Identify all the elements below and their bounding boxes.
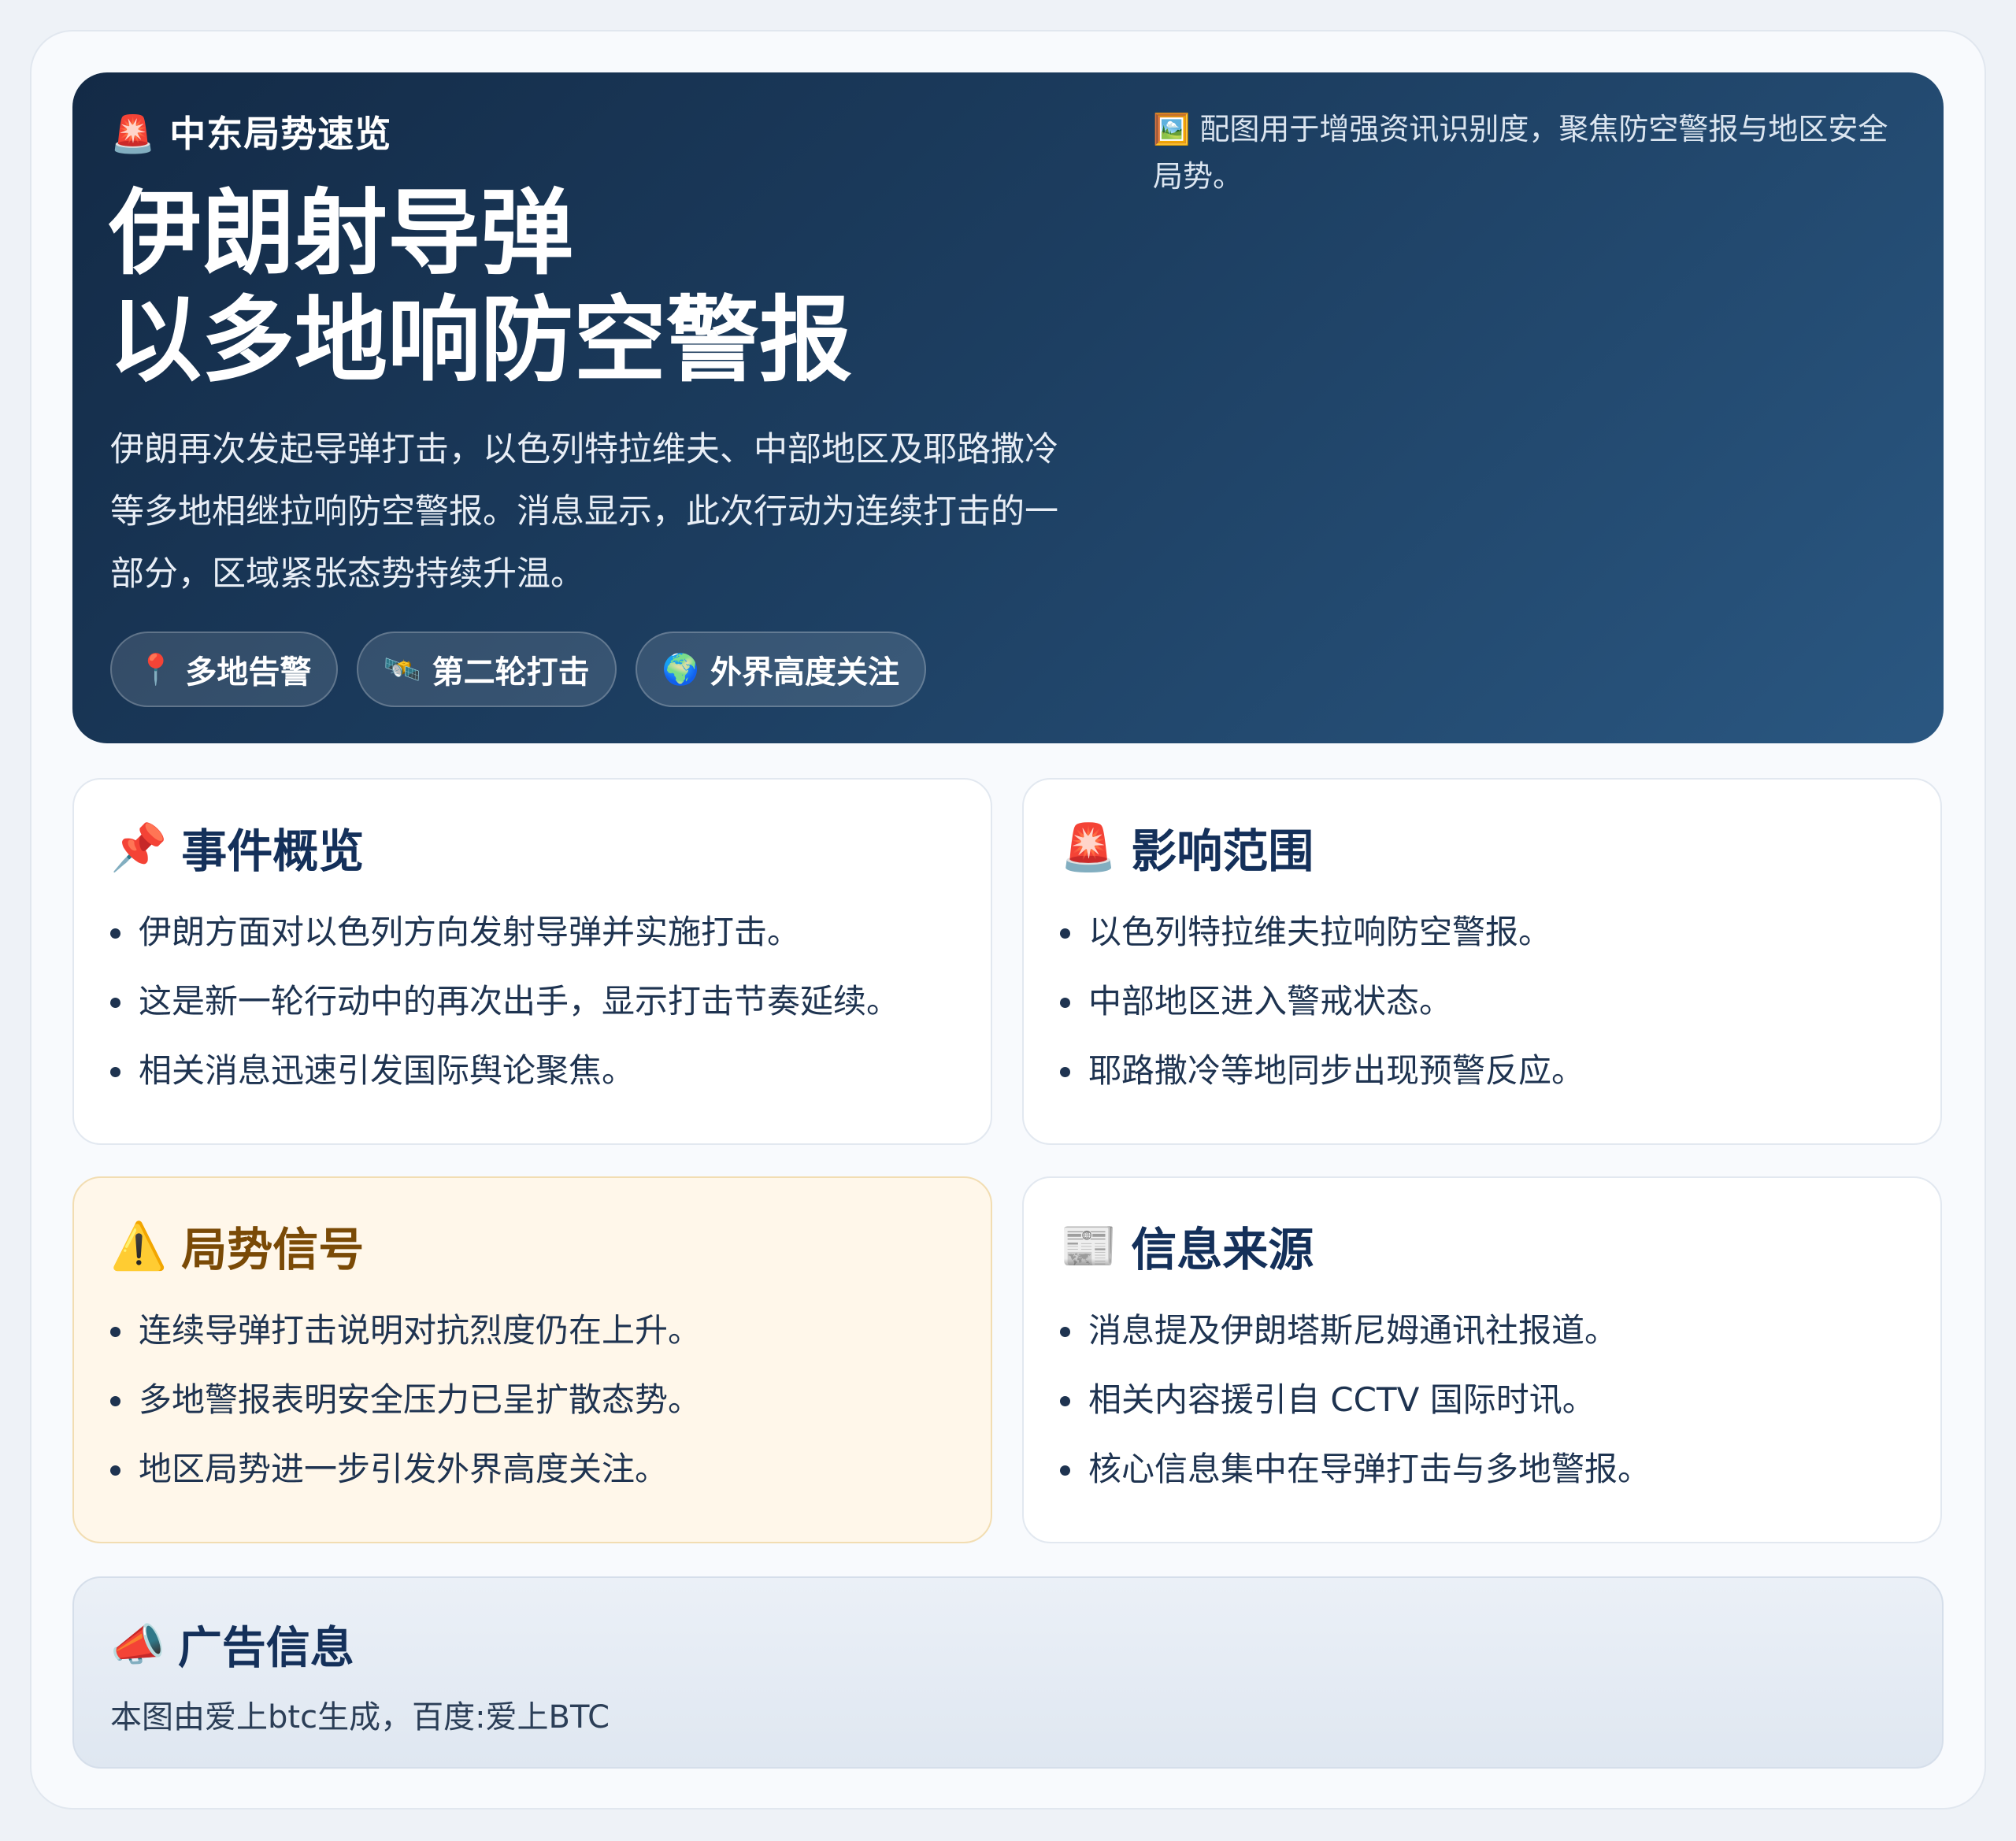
- card-list: 以色列特拉维夫拉响防空警报。 中部地区进入警戒状态。 耶路撒冷等地同步出现预警反…: [1060, 898, 1584, 1106]
- list-item: 消息提及伊朗塔斯尼姆通讯社报道。: [1060, 1296, 1651, 1365]
- chip-multi-alert: 📍 多地告警: [110, 632, 339, 707]
- chip-global-attention: 🌍 外界高度关注: [635, 632, 926, 707]
- card-title-text: 局势信号: [181, 1223, 365, 1276]
- hero-tag-label: 中东局势速览: [169, 113, 392, 155]
- card-list: 伊朗方面对以色列方向发射导弹并实施打击。 这是新一轮行动中的再次出手，显示打击节…: [110, 898, 899, 1106]
- ad-text: 本图由爱上btc生成，百度:爱上BTC: [110, 1699, 610, 1735]
- card-list: 消息提及伊朗塔斯尼姆通讯社报道。 相关内容援引自 CCTV 国际时讯。 核心信息…: [1060, 1296, 1651, 1504]
- list-item: 这是新一轮行动中的再次出手，显示打击节奏延续。: [110, 967, 899, 1036]
- card-situation-signals: ⚠️ 局势信号 连续导弹打击说明对抗烈度仍在上升。 多地警报表明安全压力已呈扩散…: [72, 1176, 992, 1543]
- list-item: 相关内容援引自 CCTV 国际时讯。: [1060, 1365, 1651, 1435]
- card-event-overview: 📌 事件概览 伊朗方面对以色列方向发射导弹并实施打击。 这是新一轮行动中的再次出…: [72, 778, 992, 1145]
- page-title-line-2: 以多地响防空警报: [109, 286, 853, 394]
- list-item: 多地警报表明安全压力已呈扩散态势。: [110, 1365, 701, 1435]
- siren-icon: 🚨: [1060, 820, 1117, 874]
- chip-label: 第二轮打击: [432, 654, 590, 691]
- card-title: 📌 事件概览: [110, 814, 364, 880]
- hero-note-text: 配图用于增强资讯识别度，聚焦防空警报与地区安全局势。: [1153, 112, 1888, 194]
- infographic-page: 🚨 中东局势速览 伊朗射导弹 以多地响防空警报 伊朗再次发起导弹打击，以色列特拉…: [30, 30, 1986, 1810]
- card-list: 连续导弹打击说明对抗烈度仍在上升。 多地警报表明安全压力已呈扩散态势。 地区局势…: [110, 1296, 701, 1504]
- card-title: ⚠️ 局势信号: [110, 1213, 364, 1279]
- list-item: 核心信息集中在导弹打击与多地警报。: [1060, 1435, 1651, 1504]
- list-item: 以色列特拉维夫拉响防空警报。: [1060, 898, 1584, 967]
- list-item: 连续导弹打击说明对抗烈度仍在上升。: [110, 1296, 701, 1365]
- list-item: 耶路撒冷等地同步出现预警反应。: [1060, 1036, 1584, 1106]
- list-item: 中部地区进入警戒状态。: [1060, 967, 1584, 1036]
- card-info-sources: 📰 信息来源 消息提及伊朗塔斯尼姆通讯社报道。 相关内容援引自 CCTV 国际时…: [1022, 1176, 1942, 1543]
- newspaper-icon: 📰: [1060, 1218, 1117, 1272]
- hero-banner: 🚨 中东局势速览 伊朗射导弹 以多地响防空警报 伊朗再次发起导弹打击，以色列特拉…: [72, 72, 1944, 743]
- list-item: 伊朗方面对以色列方向发射导弹并实施打击。: [110, 898, 899, 967]
- card-title-text: 事件概览: [181, 824, 365, 878]
- page-title-line-1: 伊朗射导弹: [109, 179, 574, 287]
- list-item: 地区局势进一步引发外界高度关注。: [110, 1435, 701, 1504]
- ad-section: 📣 广告信息 本图由爱上btc生成，百度:爱上BTC: [72, 1576, 1944, 1769]
- siren-icon: 🚨: [110, 113, 157, 155]
- megaphone-icon: 📣: [110, 1619, 165, 1671]
- globe-icon: 🌍: [662, 651, 699, 687]
- card-impact-scope: 🚨 影响范围 以色列特拉维夫拉响防空警报。 中部地区进入警戒状态。 耶路撒冷等地…: [1022, 778, 1942, 1145]
- hero-image-note: 🖼️ 配图用于增强资讯识别度，聚焦防空警报与地区安全局势。: [1153, 106, 1901, 200]
- card-title: 📰 信息来源: [1060, 1213, 1314, 1279]
- chip-label: 外界高度关注: [710, 654, 899, 691]
- pushpin-icon: 📌: [110, 820, 168, 874]
- card-title-text: 信息来源: [1131, 1223, 1314, 1276]
- picture-icon: 🖼️: [1153, 112, 1191, 146]
- chip-second-strike: 🛰️ 第二轮打击: [357, 632, 617, 707]
- chip-label: 多地告警: [185, 654, 312, 691]
- pin-icon: 📍: [137, 651, 175, 687]
- warning-icon: ⚠️: [110, 1218, 168, 1272]
- hero-chips: 📍 多地告警 🛰️ 第二轮打击 🌍 外界高度关注: [110, 632, 926, 707]
- satellite-icon: 🛰️: [384, 651, 421, 687]
- card-title: 🚨 影响范围: [1060, 814, 1314, 880]
- hero-description: 伊朗再次发起导弹打击，以色列特拉维夫、中部地区及耶路撒冷等多地相继拉响防空警报。…: [110, 430, 1058, 594]
- page-title: 伊朗射导弹 以多地响防空警报: [109, 180, 852, 394]
- card-title-text: 影响范围: [1131, 824, 1314, 878]
- ad-title-text: 广告信息: [177, 1623, 354, 1674]
- hero-tag: 🚨 中东局势速览: [110, 106, 391, 157]
- ad-title: 📣 广告信息: [110, 1613, 354, 1676]
- list-item: 相关消息迅速引发国际舆论聚焦。: [110, 1036, 899, 1106]
